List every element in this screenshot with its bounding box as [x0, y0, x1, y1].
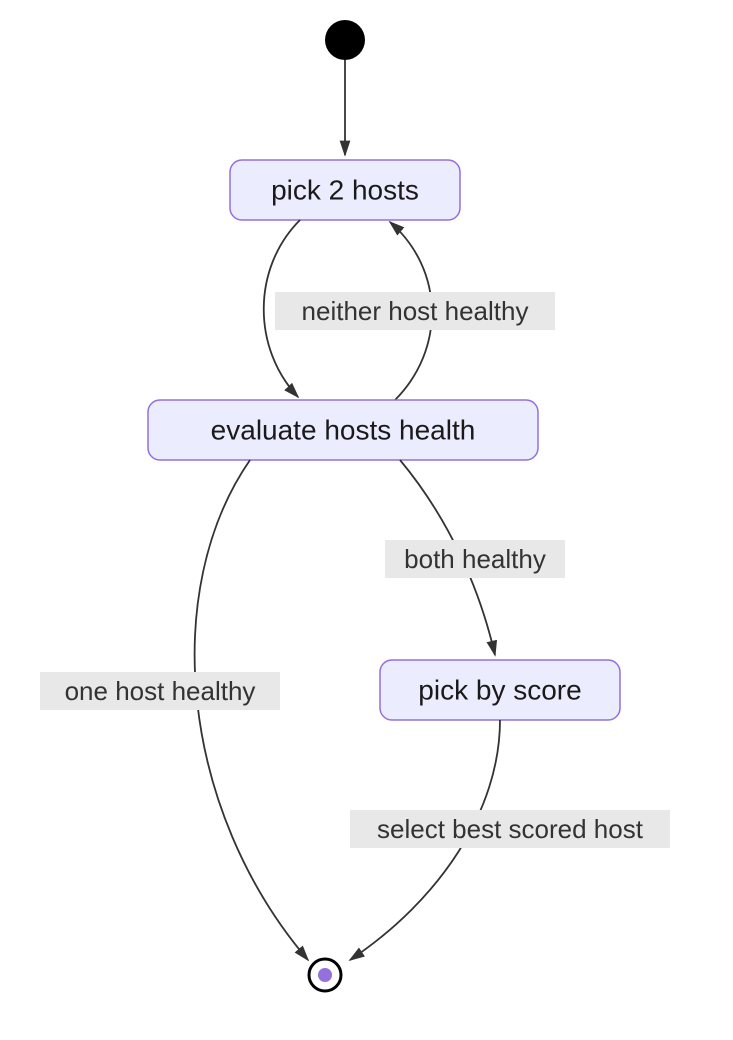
start-state: [325, 20, 365, 60]
state-pick-2-hosts-label: pick 2 hosts: [271, 174, 419, 205]
state-diagram: pick 2 hosts neither host healthy evalua…: [0, 0, 733, 1040]
end-state-inner: [318, 968, 332, 982]
edge-neither-healthy-label: neither host healthy: [302, 296, 529, 326]
edge-select-best-label: select best scored host: [377, 814, 644, 844]
edge-one-healthy-label: one host healthy: [65, 676, 256, 706]
state-evaluate-health-label: evaluate hosts health: [211, 414, 476, 445]
edge-both-healthy-label: both healthy: [404, 544, 546, 574]
state-pick-by-score-label: pick by score: [418, 674, 581, 705]
